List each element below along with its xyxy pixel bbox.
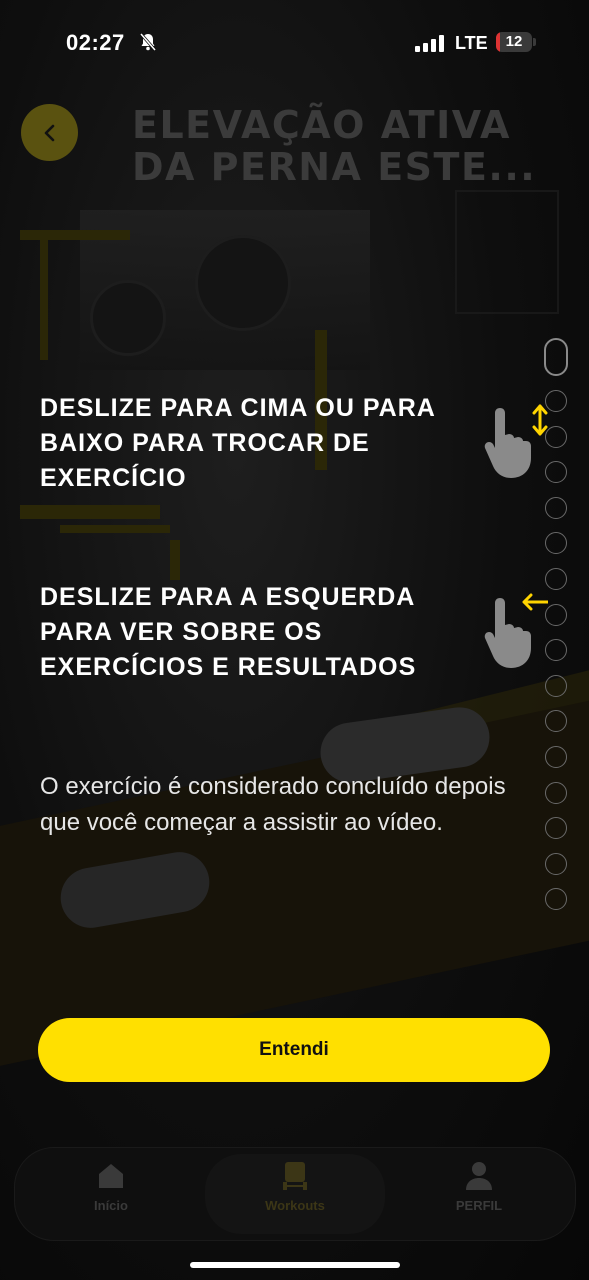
tab-workouts[interactable]: Workouts	[235, 1160, 355, 1213]
pagination-dot[interactable]	[545, 817, 567, 840]
tab-inicio-label: Início	[94, 1198, 128, 1213]
understood-button[interactable]: Entendi	[38, 1018, 550, 1082]
pagination-dot[interactable]	[545, 461, 567, 484]
status-time: 02:27	[66, 30, 125, 55]
bottom-tab-bar: Início Workouts PERFIL	[14, 1147, 576, 1241]
pagination-dot[interactable]	[545, 781, 567, 804]
back-button[interactable]	[21, 104, 78, 161]
network-type: LTE	[455, 33, 488, 53]
pagination-dot[interactable]	[545, 888, 567, 911]
user-icon	[463, 1160, 495, 1192]
home-indicator[interactable]	[190, 1262, 400, 1268]
pagination-dot[interactable]	[545, 390, 567, 412]
pagination-dot[interactable]	[545, 567, 567, 590]
pagination-dot[interactable]	[545, 603, 567, 626]
dumbbell-icon	[279, 1160, 311, 1192]
pagination-dot[interactable]	[545, 710, 567, 733]
tab-perfil[interactable]: PERFIL	[419, 1160, 539, 1213]
swipe-left-hand-icon	[478, 590, 550, 670]
pagination-dot[interactable]	[545, 674, 567, 697]
tab-inicio[interactable]: Início	[51, 1160, 171, 1213]
signal-strength-icon	[415, 34, 445, 52]
swipe-vertical-instruction: DESLIZE PARA CIMA OU PARA BAIXO PARA TRO…	[40, 394, 435, 492]
swipe-vertical-hand-icon	[478, 400, 548, 480]
pagination-dot[interactable]	[545, 496, 567, 519]
swipe-left-instruction: DESLIZE PARA A ESQUERDA PARA VER SOBRE O…	[40, 583, 417, 681]
completion-note: O exercício é considerado concluído depo…	[40, 773, 506, 836]
chevron-left-icon	[44, 124, 54, 141]
pagination-dot-active[interactable]	[544, 338, 568, 376]
bell-muted-icon	[138, 32, 158, 52]
battery-icon: 12	[496, 32, 532, 52]
pagination-dot[interactable]	[545, 532, 567, 555]
battery-level: 12	[505, 33, 523, 50]
pagination-dot[interactable]	[545, 852, 567, 875]
home-icon	[95, 1160, 127, 1192]
pagination-dot[interactable]	[545, 745, 567, 768]
exercise-title: ELEVAÇÃO ATIVA DA PERNA ESTE...	[132, 103, 537, 189]
status-bar: 02:27 LTE 12	[0, 0, 589, 90]
pagination-dot[interactable]	[545, 639, 567, 662]
tab-workouts-label: Workouts	[265, 1198, 325, 1213]
pagination-dot[interactable]	[545, 425, 567, 448]
tab-perfil-label: PERFIL	[455, 1198, 503, 1213]
